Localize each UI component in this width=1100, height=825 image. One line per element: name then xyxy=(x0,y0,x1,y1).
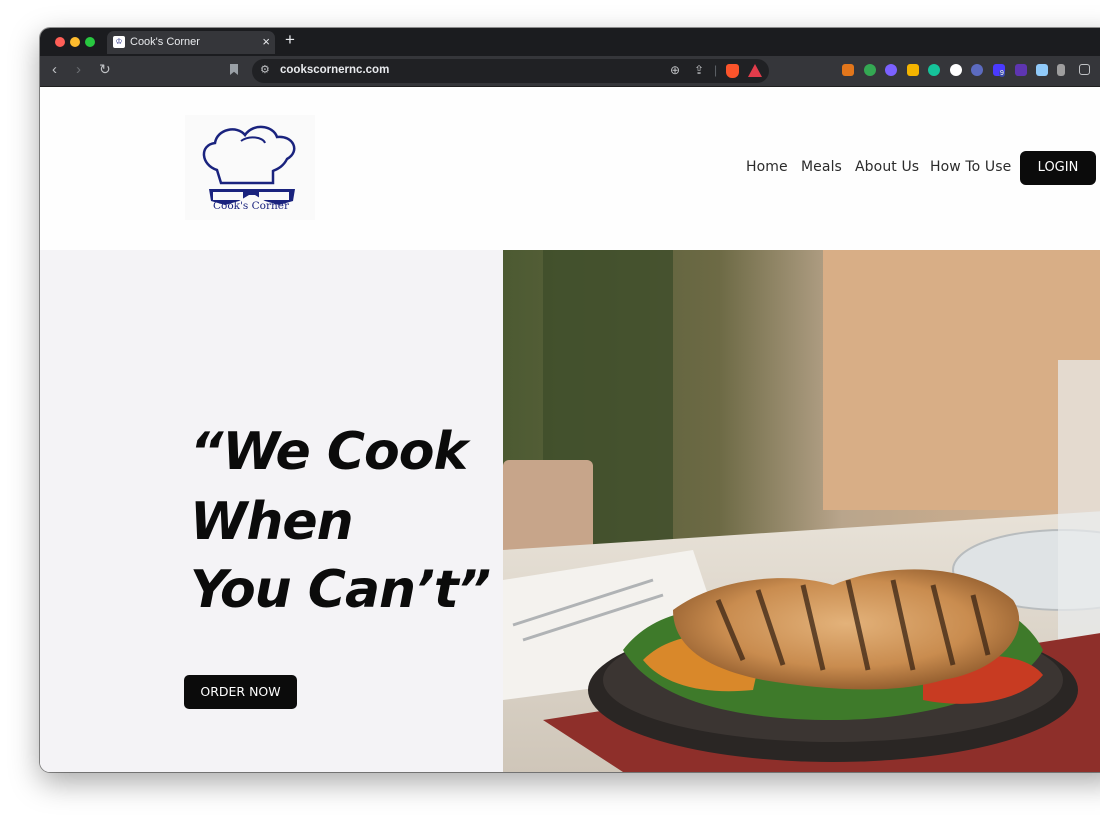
extension-feather-icon[interactable] xyxy=(1015,64,1027,76)
address-bar[interactable]: ⚙ cookscornernc.com ⊕ ⇪ | xyxy=(252,59,769,83)
fajita-photo-icon xyxy=(503,250,1100,772)
extension-badge-count: 9 xyxy=(999,70,1005,77)
grammarly-extension-icon[interactable] xyxy=(928,64,940,76)
extension-purple-icon[interactable] xyxy=(885,64,897,76)
close-tab-icon[interactable]: × xyxy=(262,34,270,49)
nav-how-to-use[interactable]: How To Use xyxy=(930,159,1011,175)
lock-extension-icon[interactable] xyxy=(907,64,919,76)
hero-food-image xyxy=(503,250,1100,772)
extension-green-icon[interactable] xyxy=(864,64,876,76)
settings-extension-icon[interactable] xyxy=(971,64,983,76)
minimize-window-button[interactable] xyxy=(70,37,80,47)
reload-icon[interactable]: ↻ xyxy=(99,61,111,78)
new-tab-icon[interactable]: + xyxy=(285,30,295,50)
tab-strip: ♔ Cook's Corner × + xyxy=(40,28,1100,56)
hero-headline-line-3: You Can’t” xyxy=(190,560,491,620)
metamask-extension-icon[interactable] xyxy=(842,64,854,76)
login-button[interactable]: LOGIN xyxy=(1020,151,1096,185)
extension-white-icon[interactable] xyxy=(950,64,962,76)
active-tab[interactable]: ♔ Cook's Corner × xyxy=(107,31,275,54)
zoom-icon[interactable]: ⊕ xyxy=(670,63,680,77)
close-window-button[interactable] xyxy=(55,37,65,47)
maximize-window-button[interactable] xyxy=(85,37,95,47)
favicon-icon: ♔ xyxy=(113,36,125,48)
site-info-icon[interactable]: ⚙ xyxy=(260,63,270,76)
browser-toolbar: ‹ › ↻ ⚙ cookscornernc.com ⊕ ⇪ | 9 xyxy=(40,56,1100,87)
extensions-puzzle-icon[interactable] xyxy=(1079,64,1090,75)
logo-text: Cook's Corner xyxy=(213,200,290,212)
order-now-button[interactable]: ORDER NOW xyxy=(184,675,297,709)
tab-title: Cook's Corner xyxy=(130,36,200,48)
brave-rewards-icon[interactable] xyxy=(748,64,762,77)
forward-icon[interactable]: › xyxy=(76,61,81,78)
separator: | xyxy=(714,63,718,77)
site-logo[interactable]: Cook's Corner xyxy=(185,115,315,220)
nav-about-us[interactable]: About Us xyxy=(855,159,919,175)
share-icon[interactable]: ⇪ xyxy=(694,63,704,77)
back-icon[interactable]: ‹ xyxy=(52,61,57,78)
hero-text-panel: “We Cook When You Can’t” ORDER NOW xyxy=(40,250,503,772)
nav-home[interactable]: Home xyxy=(746,159,788,175)
nav-meals[interactable]: Meals xyxy=(801,159,842,175)
url-text: cookscornernc.com xyxy=(280,64,390,76)
hero-headline-line-2: When xyxy=(190,492,354,552)
browser-window: ♔ Cook's Corner × + ‹ › ↻ ⚙ cookscornern… xyxy=(40,28,1100,772)
extension-badge-icon[interactable]: 9 xyxy=(993,64,1005,77)
extension-doc-icon[interactable] xyxy=(1036,64,1048,76)
extension-pen-icon[interactable] xyxy=(1057,64,1065,76)
site-header: Cook's Corner Home Meals About Us How To… xyxy=(40,87,1100,250)
brave-shields-icon[interactable] xyxy=(726,64,739,78)
bookmark-icon[interactable] xyxy=(230,64,238,75)
web-page: Cook's Corner Home Meals About Us How To… xyxy=(40,87,1100,772)
hero-headline-line-1: “We Cook xyxy=(190,422,468,482)
